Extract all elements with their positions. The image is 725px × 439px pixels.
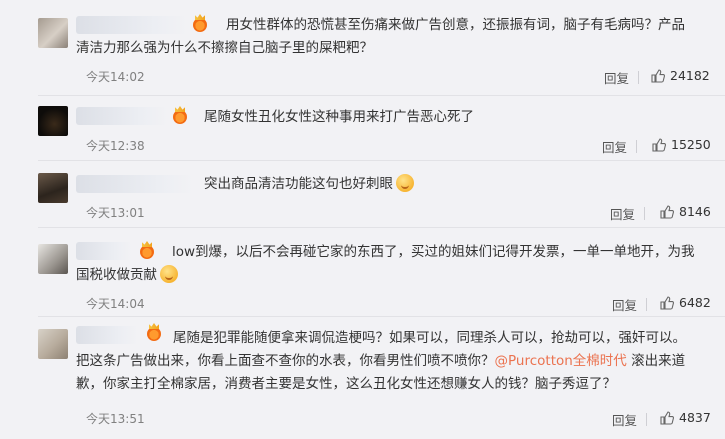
like-button[interactable]: 15250 <box>652 137 711 152</box>
comment-timestamp: 今天13:01 <box>86 206 145 220</box>
like-button[interactable]: 24182 <box>651 68 710 83</box>
like-button[interactable]: 8146 <box>660 204 711 219</box>
reply-button[interactable]: 回复 <box>612 410 637 429</box>
like-count: 15250 <box>671 137 711 152</box>
avatar[interactable] <box>38 244 68 274</box>
divider <box>638 71 639 84</box>
mention-link[interactable]: @Purcotton全棉时代 <box>495 353 627 369</box>
username-blurred[interactable] <box>76 175 194 193</box>
comment-timestamp: 今天14:02 <box>86 70 145 84</box>
comment-text: 用女性群体的恐慌甚至伤痛来做广告创意，还振振有词，脑子有毛病吗？产品清洁力那么强… <box>76 17 685 56</box>
like-count: 8146 <box>679 204 711 219</box>
comment-item: 用女性群体的恐慌甚至伤痛来做广告创意，还振振有词，脑子有毛病吗？产品清洁力那么强… <box>0 0 725 95</box>
thumbs-up-icon <box>660 295 674 310</box>
like-count: 4837 <box>679 410 711 425</box>
comment-text: 尾随女性丑化女性这种事用来打广告恶心死了 <box>204 109 474 125</box>
divider <box>646 413 647 426</box>
divider <box>636 140 637 153</box>
divider <box>646 298 647 311</box>
like-count: 24182 <box>670 68 710 83</box>
comment-text: 突出商品清洁功能这句也好刺眼 <box>204 173 697 196</box>
comment-text: low到爆，以后不会再碰它家的东西了，买过的姐妹们记得开发票，一单一单地开，为我… <box>76 241 697 287</box>
avatar[interactable] <box>38 18 68 48</box>
avatar[interactable] <box>38 106 68 136</box>
comment-item: 尾随女性丑化女性这种事用来打广告恶心死了 今天12:38 回复 15250 <box>0 96 725 160</box>
thumbs-up-icon <box>651 68 665 83</box>
comment-item: 尾随是犯罪能随便拿来调侃造梗吗？如果可以，同理杀人可以，抢劫可以，强奸可以。把这… <box>0 317 725 439</box>
avatar[interactable] <box>38 173 68 203</box>
avatar[interactable] <box>38 329 68 359</box>
like-button[interactable]: 4837 <box>660 410 711 425</box>
like-button[interactable]: 6482 <box>660 295 711 310</box>
comment-text-content: 突出商品清洁功能这句也好刺眼 <box>204 176 393 192</box>
divider <box>644 207 645 220</box>
comment-timestamp: 今天12:38 <box>86 139 145 153</box>
thumbs-up-icon <box>652 137 666 152</box>
comment-text: 尾随是犯罪能随便拿来调侃造梗吗？如果可以，同理杀人可以，抢劫可以，强奸可以。把这… <box>76 327 697 396</box>
thumbs-up-icon <box>660 204 674 219</box>
reply-button[interactable]: 回复 <box>610 204 635 223</box>
like-count: 6482 <box>679 295 711 310</box>
smiley-emoji-icon <box>396 174 414 192</box>
comment-item: 突出商品清洁功能这句也好刺眼 今天13:01 回复 8146 <box>0 161 725 227</box>
comment-timestamp: 今天14:04 <box>86 297 145 311</box>
reply-button[interactable]: 回复 <box>602 137 627 156</box>
smiley-emoji-icon <box>160 265 178 283</box>
comment-item: low到爆，以后不会再碰它家的东西了，买过的姐妹们记得开发票，一单一单地开，为我… <box>0 228 725 316</box>
thumbs-up-icon <box>660 410 674 425</box>
comment-timestamp: 今天13:51 <box>86 412 145 426</box>
reply-button[interactable]: 回复 <box>604 68 629 87</box>
reply-button[interactable]: 回复 <box>612 295 637 314</box>
